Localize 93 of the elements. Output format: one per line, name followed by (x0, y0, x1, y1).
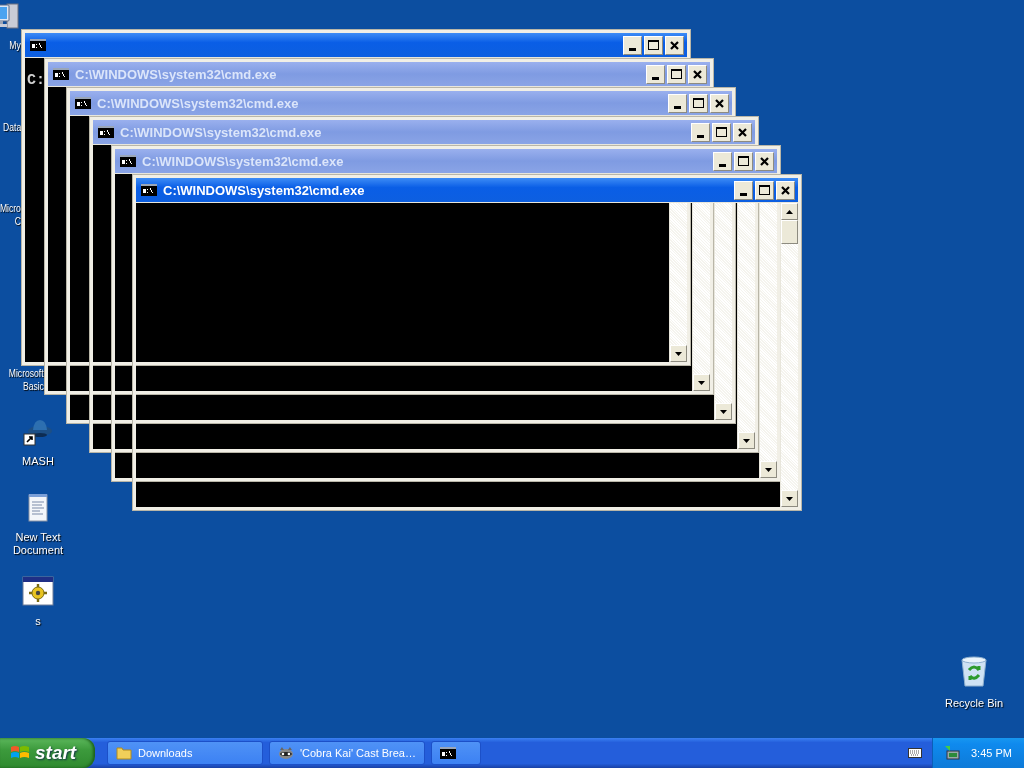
scroll-down-button[interactable] (738, 432, 755, 449)
down-arrow-icon (720, 409, 727, 414)
raccoon-icon (278, 746, 294, 760)
notepad-icon (27, 492, 49, 522)
cmd-icon (440, 747, 456, 759)
down-arrow-icon (675, 351, 682, 356)
minimize-button[interactable] (713, 151, 732, 171)
minimize-button[interactable] (668, 93, 687, 113)
close-icon (738, 127, 747, 137)
minimize-icon (719, 163, 726, 167)
close-icon (760, 156, 769, 166)
scrollbar-track[interactable] (714, 203, 732, 420)
icon-label: MASH (22, 455, 54, 468)
scrollbar-track[interactable] (692, 203, 710, 391)
minimize-icon (674, 105, 681, 109)
icon-label: Data (2, 121, 21, 134)
maximize-button[interactable] (689, 93, 708, 113)
window-title: C:\WINDOWS\system32\cmd.exe (120, 124, 323, 140)
scroll-down-button[interactable] (715, 403, 732, 420)
close-button[interactable] (776, 180, 795, 200)
cmd-icon (30, 39, 46, 51)
icon-label: s (35, 615, 41, 628)
icon-label: My (9, 39, 21, 52)
scroll-down-button[interactable] (781, 490, 798, 507)
minimize-button[interactable] (623, 35, 642, 55)
scrollbar[interactable] (780, 203, 798, 507)
minimize-icon (629, 47, 636, 51)
icon-label: Document (12, 544, 64, 557)
maximize-button[interactable] (644, 35, 663, 55)
gear-window-icon (22, 576, 54, 606)
maximize-icon (693, 98, 704, 108)
taskbar-button[interactable]: 'Cobra Kai' Cast Brea… (269, 741, 425, 765)
up-arrow-icon (786, 209, 793, 214)
minimize-icon (652, 76, 659, 80)
maximize-button[interactable] (667, 64, 686, 84)
down-arrow-icon (698, 380, 705, 385)
icon-label: C (14, 215, 21, 228)
clock: 3:45 PM (971, 747, 1012, 759)
down-arrow-icon (765, 467, 772, 472)
scroll-down-button[interactable] (670, 345, 687, 362)
window-title: C:\WINDOWS\system32\cmd.exe (142, 153, 345, 169)
maximize-icon (648, 40, 659, 50)
minimize-icon (740, 192, 747, 196)
recycle-bin-icon (959, 656, 989, 688)
window-title: C:\WINDOWS\system32\cmd.exe (75, 66, 278, 82)
maximize-button[interactable] (712, 122, 731, 142)
maximize-button[interactable] (755, 180, 774, 200)
cmd-icon (120, 155, 136, 167)
close-button[interactable] (733, 122, 752, 142)
maximize-icon (738, 156, 749, 166)
minimize-icon (697, 134, 704, 138)
scrollbar-track[interactable] (737, 203, 755, 449)
close-icon (693, 69, 702, 79)
scroll-thumb[interactable] (781, 220, 798, 244)
network-icon[interactable] (943, 745, 961, 761)
maximize-icon (671, 69, 682, 79)
maximize-button[interactable] (734, 151, 753, 171)
close-icon (781, 185, 790, 195)
scroll-down-button[interactable] (760, 461, 777, 478)
maximize-icon (716, 127, 727, 137)
console-text: C: (27, 72, 45, 89)
cmd-icon (75, 97, 91, 109)
icon-label: Micro (0, 202, 21, 215)
close-button[interactable] (710, 93, 729, 113)
scroll-up-button[interactable] (781, 203, 798, 220)
down-arrow-icon (743, 438, 750, 443)
window-title: C:\WINDOWS\system32\cmd.exe (163, 182, 366, 198)
cmd-icon (98, 126, 114, 138)
start-button[interactable]: start (0, 738, 95, 768)
maximize-icon (759, 185, 770, 195)
taskbar-button[interactable]: Downloads (107, 741, 263, 765)
close-icon (715, 98, 724, 108)
icon-label: Basic (23, 380, 44, 393)
close-button[interactable] (688, 64, 707, 84)
folder-icon (116, 746, 132, 760)
close-button[interactable] (755, 151, 774, 171)
cmd-icon (141, 184, 157, 196)
window-title: C:\WINDOWS\system32\cmd.exe (97, 95, 300, 111)
minimize-button[interactable] (646, 64, 665, 84)
cmd-icon (53, 68, 69, 80)
taskbar-button[interactable] (431, 741, 481, 765)
minimize-button[interactable] (734, 180, 753, 200)
down-arrow-icon (786, 496, 793, 501)
close-button[interactable] (665, 35, 684, 55)
minimize-button[interactable] (691, 122, 710, 142)
scroll-down-button[interactable] (693, 374, 710, 391)
scrollbar-track[interactable] (669, 203, 687, 362)
icon-label: New Text (15, 531, 61, 544)
close-icon (670, 40, 679, 50)
keyboard-icon[interactable] (908, 748, 922, 758)
scrollbar-track[interactable] (759, 203, 777, 478)
icon-label: Recycle Bin (944, 697, 1004, 710)
icon-label: Microsoft (9, 367, 44, 380)
